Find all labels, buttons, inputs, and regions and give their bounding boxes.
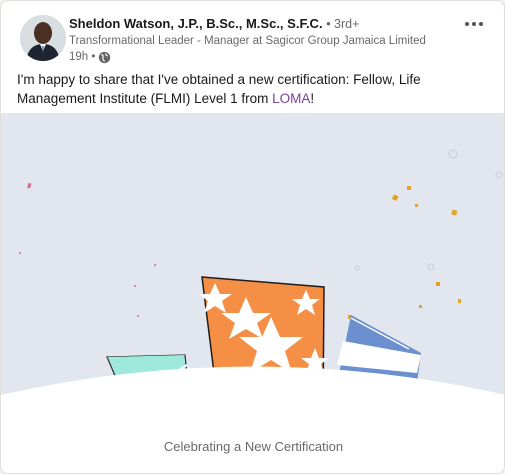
loma-link[interactable]: LOMA: [272, 91, 310, 106]
post-text-body: I'm happy to share that I've obtained a …: [17, 72, 421, 106]
post-header: Sheldon Watson, J.P., B.Sc., M.Sc., S.F.…: [17, 13, 492, 67]
post-card: Sheldon Watson, J.P., B.Sc., M.Sc., S.F.…: [0, 0, 505, 474]
author-meta: Sheldon Watson, J.P., B.Sc., M.Sc., S.F.…: [69, 15, 452, 65]
foreground-curve: [1, 366, 504, 473]
ellipsis-icon: [465, 22, 483, 26]
media-caption: Celebrating a New Certification: [163, 439, 344, 454]
post-text: I'm happy to share that I've obtained a …: [17, 70, 487, 108]
celebration-image[interactable]: [1, 113, 504, 473]
post-time-line: 19h •: [69, 49, 452, 65]
author-headline: Transformational Leader - Manager at Sag…: [69, 35, 426, 47]
avatar-image: [20, 15, 66, 61]
author-name-line: Sheldon Watson, J.P., B.Sc., M.Sc., S.F.…: [69, 15, 452, 33]
celebration-illustration: [1, 149, 504, 473]
post-time: 19h •: [69, 51, 96, 63]
more-options-button[interactable]: [460, 13, 488, 35]
author-name[interactable]: Sheldon Watson, J.P., B.Sc., M.Sc., S.F.…: [69, 16, 323, 31]
globe-icon: [98, 51, 111, 64]
connection-degree: • 3rd+: [326, 17, 360, 31]
author-avatar[interactable]: [20, 15, 66, 61]
post-text-end: !: [310, 91, 315, 106]
